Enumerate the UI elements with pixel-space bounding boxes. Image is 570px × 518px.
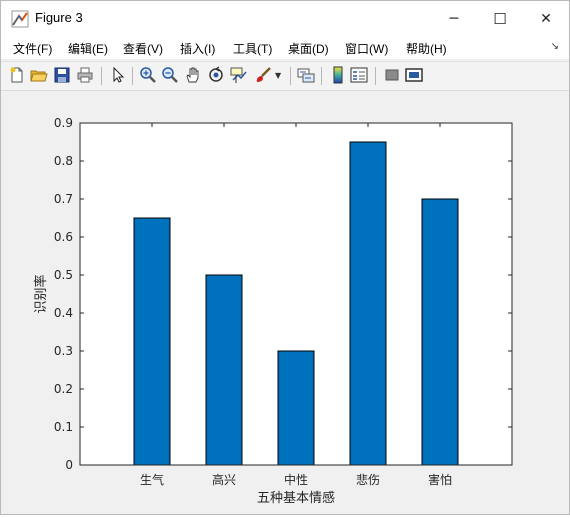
close-button[interactable]: ✕ xyxy=(523,1,569,37)
x-tick-label: 害怕 xyxy=(428,472,452,487)
menu-view[interactable]: 查看(V) xyxy=(123,40,163,57)
menu-bar: 文件(F) 编辑(E) 查看(V) 插入(I) 工具(T) 桌面(D) 窗口(W… xyxy=(1,37,569,59)
y-tick-label: 0.9 xyxy=(54,116,73,130)
menu-edit[interactable]: 编辑(E) xyxy=(68,40,108,57)
brush-icon[interactable] xyxy=(254,66,272,84)
x-tick-label: 中性 xyxy=(284,472,308,487)
x-tick-label: 悲伤 xyxy=(356,472,380,487)
close-icon: ✕ xyxy=(540,11,552,27)
y-tick-label: 0.2 xyxy=(54,382,73,396)
curved-arrow-icon[interactable]: ↘ xyxy=(551,41,559,52)
toolbar-separator xyxy=(101,67,102,85)
save-icon[interactable] xyxy=(53,66,71,84)
insert-legend-icon[interactable] xyxy=(350,66,368,84)
zoom-out-icon[interactable] xyxy=(161,66,179,84)
y-axis-label: 识别率 xyxy=(33,274,49,313)
maximize-icon: ☐ xyxy=(493,10,507,28)
menu-desktop[interactable]: 桌面(D) xyxy=(288,40,329,57)
bar-chart[interactable]: 00.10.20.30.40.50.60.70.80.9 生气 高兴 中性 悲伤 害怕 … xyxy=(1,91,569,514)
y-tick-label: 0.6 xyxy=(54,230,73,244)
minimize-button[interactable]: ─ xyxy=(431,1,477,37)
hide-plot-tools-icon[interactable] xyxy=(383,66,401,84)
minimize-icon: ─ xyxy=(449,11,459,27)
figure-window: Figure 3 ─ ☐ ✕ 文件(F) 编辑(E) 查看(V) 插入(I) 工… xyxy=(0,0,570,515)
link-plot-icon[interactable] xyxy=(297,66,315,84)
open-file-icon[interactable] xyxy=(30,66,48,84)
y-tick-label: 0.8 xyxy=(54,154,73,168)
new-figure-icon[interactable] xyxy=(8,66,26,84)
menu-tools[interactable]: 工具(T) xyxy=(233,40,272,57)
menu-insert[interactable]: 插入(I) xyxy=(180,40,215,57)
edit-plot-arrow-icon[interactable] xyxy=(109,66,127,84)
bar-4[interactable] xyxy=(349,141,387,466)
brush-dropdown-icon[interactable]: ▼ xyxy=(275,71,283,89)
y-tick-label: 0.1 xyxy=(54,420,73,434)
menu-window[interactable]: 窗口(W) xyxy=(345,40,388,57)
y-tick-label: 0.5 xyxy=(54,268,73,282)
bar-1[interactable] xyxy=(133,217,171,466)
figure-canvas: 0 0.1 0.2 0.3 0.4 0.5 0.6 0.7 0.8 0.9 生气 高兴 中性 悲伤 害怕 … xyxy=(1,91,569,514)
rotate-3d-icon[interactable] xyxy=(207,66,225,84)
y-tick-label: 0 xyxy=(65,458,73,472)
y-tick-label: 0.3 xyxy=(54,344,73,358)
x-tick-label: 高兴 xyxy=(212,472,236,487)
menu-file[interactable]: 文件(F) xyxy=(13,40,52,57)
x-tick-label: 生气 xyxy=(140,472,164,487)
show-plot-tools-icon[interactable] xyxy=(405,66,423,84)
y-tick-label: 0.4 xyxy=(54,306,73,320)
bar-5[interactable] xyxy=(421,198,459,466)
title-bar[interactable]: Figure 3 ─ ☐ ✕ xyxy=(1,1,569,37)
y-tick-label: 0.7 xyxy=(54,192,73,206)
toolbar-separator xyxy=(132,67,133,85)
print-icon[interactable] xyxy=(76,66,94,84)
pan-hand-icon[interactable] xyxy=(184,66,202,84)
figure-toolbar: ▼ xyxy=(1,61,569,91)
maximize-button[interactable]: ☐ xyxy=(477,1,523,37)
menu-help[interactable]: 帮助(H) xyxy=(406,40,447,57)
toolbar-separator xyxy=(375,67,376,85)
toolbar-separator xyxy=(321,67,322,85)
window-title: Figure 3 xyxy=(35,10,83,25)
bar-3[interactable] xyxy=(277,350,315,466)
x-axis-label: 五种基本情感 xyxy=(257,490,335,506)
data-cursor-icon[interactable] xyxy=(230,66,248,84)
zoom-in-icon[interactable] xyxy=(139,66,157,84)
toolbar-separator xyxy=(290,67,291,85)
bar-2[interactable] xyxy=(205,274,243,466)
insert-colorbar-icon[interactable] xyxy=(329,66,347,84)
matlab-logo-icon xyxy=(11,10,29,28)
